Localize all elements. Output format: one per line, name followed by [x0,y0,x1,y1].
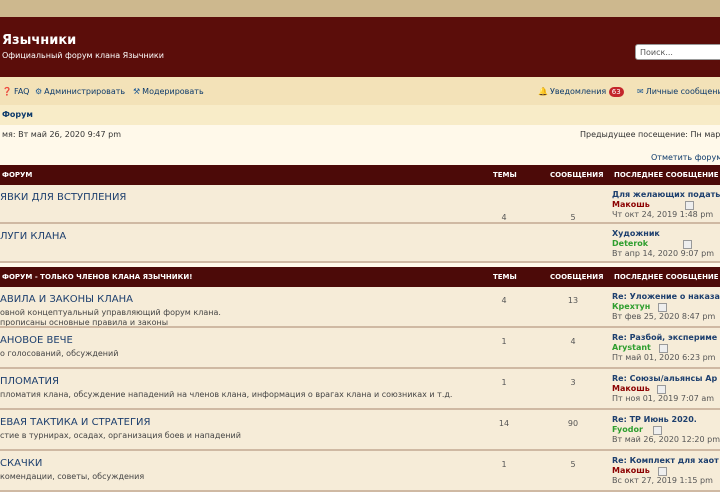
forum-section-2: ФОРУМ - ТОЛЬКО ЧЛЕНОВ КЛАНА ЯЗЫЧНИКИ! ТЕ… [0,267,720,492]
view-latest-post-icon[interactable] [659,344,668,353]
last-post-date: Пт ноя 01, 2019 7:07 am [612,394,715,403]
bell-icon: 🔔 [538,87,548,96]
forum-row: ЯВКИ ДЛЯ ВСТУПЛЕНИЯ 4 5 Для желающих под… [0,185,720,224]
last-post-title[interactable]: Re: Союзы/альянсы Ар [612,374,717,383]
posts-count: 4 [570,337,576,346]
topics-count: 1 [501,460,507,469]
admin-link[interactable]: ⚙ Администрировать [35,87,125,96]
faq-link[interactable]: ❓ FAQ [2,87,29,96]
view-latest-post-icon[interactable] [685,201,694,210]
forum-title[interactable]: ПЛОМАТИЯ [0,376,59,387]
current-time: мя: Вт май 26, 2020 9:47 pm [2,130,122,139]
site-header: Язычники Официальный форум клана Язычник… [0,17,720,77]
last-post-author[interactable]: Fyodor [612,425,643,434]
last-post-title[interactable]: Художник [612,229,660,238]
topics-count: 4 [501,213,507,222]
section-header: ФОРУМ - ТОЛЬКО ЧЛЕНОВ КЛАНА ЯЗЫЧНИКИ! ТЕ… [0,267,720,287]
posts-count: 90 [567,419,579,428]
forum-section-1: ФОРУМ ТЕМЫ СООБЩЕНИЯ ПОСЛЕДНЕЕ СООБЩЕНИЕ… [0,165,720,263]
notifications-count-badge: 63 [608,87,624,97]
last-visit: Предыдущее посещение: Пн мар [580,130,720,139]
topics-count: 4 [501,296,507,305]
forum-description: о голосований, обсуждений [0,349,119,358]
section-title: ФОРУМ [2,171,33,179]
last-post-date: Вс окт 27, 2019 1:15 pm [612,476,713,485]
posts-count: 5 [570,460,576,469]
notifications-link[interactable]: 🔔 Уведомления 63 [538,87,624,97]
view-latest-post-icon[interactable] [658,303,667,312]
search-input[interactable] [635,44,720,60]
section-title: ФОРУМ - ТОЛЬКО ЧЛЕНОВ КЛАНА ЯЗЫЧНИКИ! [2,273,193,281]
forum-title[interactable]: ЛУГИ КЛАНА [0,231,66,242]
topics-header: ТЕМЫ [493,171,517,179]
posts-count: 3 [570,378,576,387]
forum-title[interactable]: СКАЧКИ [0,458,42,469]
last-post-title[interactable]: Re: Комплект для хаот [612,456,719,465]
forum-row: ЕВАЯ ТАКТИКА И СТРАТЕГИЯ стие в турнирах… [0,410,720,451]
last-post-author[interactable]: Макошь [612,200,650,209]
last-post-title[interactable]: Re: ТР Июнь 2020. [612,415,697,424]
breadcrumb-bar: Форум [0,105,720,125]
view-latest-post-icon[interactable] [657,385,666,394]
forum-title[interactable]: ЯВКИ ДЛЯ ВСТУПЛЕНИЯ [0,192,126,203]
site-title[interactable]: Язычники [2,33,76,48]
breadcrumb-forum[interactable]: Форум [2,110,33,119]
posts-header: СООБЩЕНИЯ [550,273,604,281]
forum-row: ПЛОМАТИЯ пломатия клана, обсуждение напа… [0,369,720,410]
inbox-icon: ✉ [637,87,644,96]
last-post-date: Пт май 01, 2020 6:23 pm [612,353,716,362]
last-post-title[interactable]: Re: Уложение о наказа [612,292,720,301]
faq-label: FAQ [13,87,30,96]
last-post-author[interactable]: Макошь [612,466,650,475]
nav-bar: ❓ FAQ ⚙ Администрировать ⚒ Модерировать 🔔 Ув… [0,77,720,105]
mark-forums-read-link[interactable]: Отметить форумы [651,153,720,162]
moderate-label: Модерировать [142,87,204,96]
gavel-icon: ⚒ [133,87,141,96]
moderate-link[interactable]: ⚒ Модерировать [133,87,204,96]
forum-description: пломатия клана, обсуждение нападений на … [0,390,453,399]
notifications-label: Уведомления [549,87,607,96]
forum-title[interactable]: АНОВОЕ ВЕЧЕ [0,335,73,346]
topics-count: 1 [501,337,507,346]
forum-title[interactable]: АВИЛА И ЗАКОНЫ КЛАНА [0,294,133,305]
topics-count: 1 [501,378,507,387]
forum-row: АНОВОЕ ВЕЧЕ о голосований, обсуждений 1 … [0,328,720,369]
last-post-author[interactable]: Макошь [612,384,650,393]
forum-row: СКАЧКИ комендации, советы, обсуждения 1 … [0,451,720,492]
forum-title[interactable]: ЕВАЯ ТАКТИКА И СТРАТЕГИЯ [0,417,150,428]
messages-label: Личные сообщения [645,87,720,96]
last-post-title[interactable]: Re: Разбой, экспериме [612,333,717,342]
forum-row: ЛУГИ КЛАНА 2 2 Художник Deterok Вт апр 1… [0,224,720,263]
last-post-author[interactable]: Крехтун [612,302,650,311]
posts-count: 5 [570,213,576,222]
view-latest-post-icon[interactable] [683,240,692,249]
view-latest-post-icon[interactable] [653,426,662,435]
last-post-author[interactable]: Arystant [612,343,651,352]
gear-icon: ⚙ [35,87,43,96]
last-post-author[interactable]: Deterok [612,239,648,248]
last-post-date: Вт фев 25, 2020 8:47 pm [612,312,716,321]
question-icon: ❓ [2,87,12,96]
posts-header: СООБЩЕНИЯ [550,171,604,179]
last-post-date: Чт окт 24, 2019 1:48 pm [612,210,714,219]
forum-row: АВИЛА И ЗАКОНЫ КЛАНА овной концептуальны… [0,287,720,328]
topics-count: 14 [498,419,510,428]
top-decor-strip [0,0,720,17]
forum-description-line-2: прописаны основные правила и законы [0,318,169,327]
topics-header: ТЕМЫ [493,273,517,281]
posts-count: 13 [567,296,579,305]
view-latest-post-icon[interactable] [658,467,667,476]
messages-link[interactable]: ✉ Личные сообщения [637,87,720,96]
section-header: ФОРУМ ТЕМЫ СООБЩЕНИЯ ПОСЛЕДНЕЕ СООБЩЕНИЕ [0,165,720,185]
site-description: Официальный форум клана Язычники [2,51,164,60]
last-post-header: ПОСЛЕДНЕЕ СООБЩЕНИЕ [614,171,719,179]
last-post-title[interactable]: Для желающих подать [612,190,720,199]
last-post-date: Вт май 26, 2020 12:20 pm [612,435,720,444]
last-post-header: ПОСЛЕДНЕЕ СООБЩЕНИЕ [614,273,719,281]
forum-description: овной концептуальный управляющий форум к… [0,308,221,317]
admin-label: Администрировать [44,87,126,96]
forum-description: стие в турнирах, осадах, организация бое… [0,431,241,440]
last-post-date: Вт апр 14, 2020 9:07 pm [612,249,714,258]
